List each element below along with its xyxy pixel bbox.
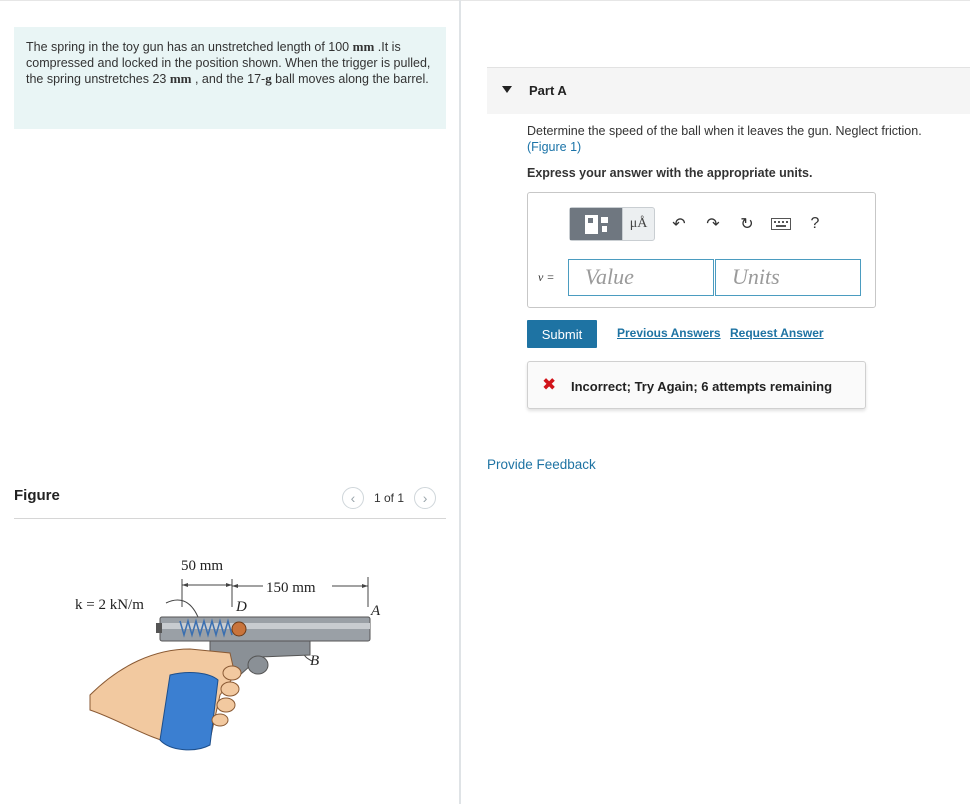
- problem-unit: mm: [169, 71, 192, 86]
- dim-arrow: [362, 584, 368, 588]
- express-instruction: Express your answer with the appropriate…: [527, 166, 813, 180]
- collapse-triangle-icon[interactable]: [502, 86, 512, 93]
- figure-title: Figure: [14, 487, 60, 504]
- previous-answers-link[interactable]: Previous Answers: [617, 326, 721, 340]
- keyboard-glyph: [771, 218, 791, 230]
- dim-arrow: [232, 584, 238, 588]
- chevron-right-icon[interactable]: ›: [414, 487, 437, 509]
- templates-icon[interactable]: [570, 208, 622, 240]
- request-answer-link[interactable]: Request Answer: [730, 326, 824, 340]
- value-input[interactable]: Value: [568, 259, 714, 296]
- problem-statement: The spring in the toy gun has an unstret…: [14, 27, 446, 129]
- gun-hammer: [156, 623, 162, 633]
- toy-gun-figure: 50 mm 150 mm k = 2 kN/m D A B: [75, 558, 381, 751]
- chevron-left-icon[interactable]: ‹: [342, 487, 364, 509]
- answer-panel: μÅ ↶ ↷ ↻ ? v = Value Units: [527, 192, 876, 308]
- part-a-header[interactable]: Part A: [487, 67, 970, 114]
- keyboard-icon[interactable]: [771, 214, 791, 234]
- problem-text: The spring in the toy gun has an unstret…: [26, 40, 353, 54]
- barrel-highlight: [160, 623, 370, 629]
- dim-arrow: [182, 583, 188, 587]
- answer-row: v = Value Units: [538, 259, 862, 296]
- feedback-text: Incorrect; Try Again; 6 attempts remaini…: [571, 379, 833, 394]
- dim-label-50: 50 mm: [181, 558, 223, 574]
- units-input[interactable]: Units: [715, 259, 861, 296]
- point-d-label: D: [235, 599, 247, 615]
- reset-icon[interactable]: ↻: [737, 214, 757, 234]
- problem-text: ball moves along the barrel.: [271, 72, 429, 86]
- figure-link[interactable]: (Figure 1): [527, 140, 581, 154]
- math-toolbar: μÅ ↶ ↷ ↻ ?: [569, 207, 825, 241]
- incorrect-icon: ✖: [542, 375, 557, 394]
- finger: [222, 665, 242, 681]
- gun-grip: [159, 672, 219, 751]
- page-indicator: 1 of 1: [374, 491, 405, 505]
- undo-icon[interactable]: ↶: [669, 214, 689, 234]
- figure-pager: ‹ 1 of 1 ›: [342, 487, 437, 509]
- finger: [216, 697, 236, 713]
- figure-divider: [14, 518, 446, 519]
- spring-constant-label: k = 2 kN/m: [75, 597, 144, 613]
- provide-feedback-link[interactable]: Provide Feedback: [487, 457, 596, 472]
- ball: [231, 621, 247, 637]
- problem-unit: mm: [352, 39, 375, 54]
- feedback-message: ✖ Incorrect; Try Again; 6 attempts remai…: [527, 361, 866, 409]
- redo-icon[interactable]: ↷: [703, 214, 723, 234]
- part-a-label: Part A: [529, 83, 567, 98]
- help-icon[interactable]: ?: [805, 214, 825, 234]
- trigger-guard: [247, 655, 269, 675]
- question-body: Determine the speed of the ball when it …: [527, 124, 922, 138]
- point-a-label: A: [370, 603, 381, 619]
- top-border: [0, 0, 970, 1]
- finger: [220, 681, 240, 697]
- variable-label: v =: [538, 270, 555, 284]
- finger: [211, 713, 229, 727]
- problem-text: , and the 17-: [191, 72, 266, 86]
- dim-arrow: [226, 583, 232, 587]
- units-symbol-button[interactable]: μÅ: [622, 208, 654, 240]
- pane-divider: [459, 0, 461, 804]
- template-group: μÅ: [569, 207, 655, 241]
- submit-button[interactable]: Submit: [527, 320, 597, 348]
- question-text: Determine the speed of the ball when it …: [527, 123, 947, 155]
- dim-label-150: 150 mm: [266, 580, 316, 596]
